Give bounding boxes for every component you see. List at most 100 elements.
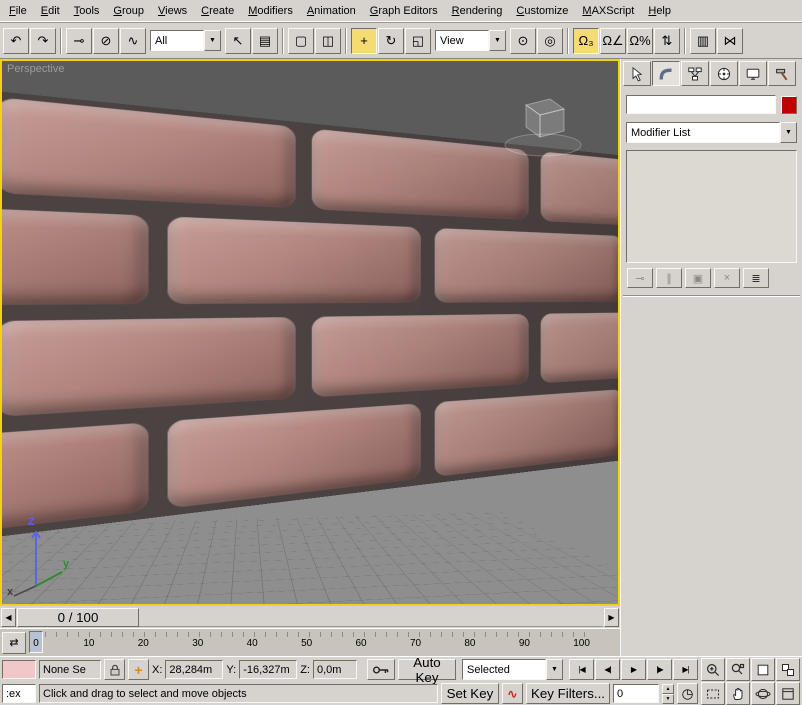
min-max-toggle-button[interactable] — [776, 682, 800, 705]
select-and-link-button[interactable]: ⊸ — [66, 28, 92, 54]
track-bar: ⇄ 0102030405060708090100 — [0, 628, 620, 656]
rollouts-area[interactable] — [623, 301, 800, 654]
menu-item-group[interactable]: Group — [106, 2, 151, 20]
brick — [0, 200, 149, 306]
show-end-result-button[interactable]: ∥ — [656, 268, 682, 288]
spinner-down-icon[interactable]: ▼ — [662, 694, 674, 704]
timeline-ruler[interactable]: 0102030405060708090100 — [32, 631, 590, 655]
zoom-button[interactable] — [701, 658, 725, 681]
chevron-down-icon[interactable]: ▼ — [489, 30, 506, 51]
make-unique-button[interactable]: ▣ — [685, 268, 711, 288]
menu-item-maxscript[interactable]: MAXScript — [575, 2, 641, 20]
absolute-mode-transform-toggle[interactable]: + — [128, 659, 149, 680]
maxscript-mini-listener-macro[interactable] — [2, 660, 36, 679]
time-configuration-button[interactable]: ◷ — [677, 683, 698, 704]
redo-button[interactable]: ↷ — [30, 28, 56, 54]
select-and-manipulate-button[interactable]: ◎ — [537, 28, 563, 54]
key-filters-button[interactable]: Key Filters... — [526, 683, 610, 704]
selection-set-dropdown[interactable]: Selected ▼ — [462, 659, 563, 680]
next-frame-button[interactable]: |▶ — [647, 659, 672, 680]
use-pivot-point-center-button[interactable]: ⊙ — [510, 28, 536, 54]
motion-tab[interactable] — [710, 61, 738, 86]
menu-item-rendering[interactable]: Rendering — [445, 2, 510, 20]
modify-tab[interactable] — [652, 61, 680, 86]
selection-filter-dropdown[interactable]: All ▼ — [150, 30, 221, 51]
zoom-region-button[interactable] — [701, 682, 725, 705]
go-to-end-button[interactable]: ▶| — [673, 659, 698, 680]
spinner-snap-toggle-button[interactable]: ⇅ — [654, 28, 680, 54]
current-frame-field[interactable]: 0 — [613, 684, 659, 703]
modifier-stack[interactable] — [626, 150, 797, 263]
previous-frame-button[interactable]: ◀| — [595, 659, 620, 680]
chevron-down-icon[interactable]: ▼ — [204, 30, 221, 51]
time-slider-previous-arrow[interactable]: ◀ — [1, 608, 16, 627]
y-coordinate-field[interactable]: -16,327m — [239, 660, 297, 679]
zoom-extents-button[interactable] — [751, 658, 775, 681]
utilities-tab[interactable] — [768, 61, 796, 86]
menu-item-edit[interactable]: Edit — [34, 2, 67, 20]
menu-item-graph-editors[interactable]: Graph Editors — [363, 2, 445, 20]
chevron-down-icon[interactable]: ▼ — [780, 122, 797, 143]
selection-lock-toggle[interactable] — [104, 659, 125, 680]
pan-button[interactable] — [726, 682, 750, 705]
snaps-toggle-button[interactable]: Ω₃ — [573, 28, 599, 54]
edit-named-selection-sets-button[interactable]: ▥ — [690, 28, 716, 54]
menu-item-tools[interactable]: Tools — [67, 2, 107, 20]
region-group: ▢◫ — [288, 28, 341, 54]
time-slider-handle[interactable]: 0 / 100 — [17, 608, 139, 627]
tick-60: 60 — [356, 638, 367, 649]
menu-item-help[interactable]: Help — [641, 2, 678, 20]
play-button[interactable]: ▶ — [621, 659, 646, 680]
brick — [312, 314, 529, 398]
pin-stack-button[interactable]: ⊸ — [627, 268, 653, 288]
configure-modifier-sets-button[interactable]: ≣ — [743, 268, 769, 288]
object-color-swatch[interactable] — [781, 96, 797, 114]
create-tab[interactable] — [623, 61, 651, 86]
set-keys-button[interactable] — [367, 659, 395, 680]
maxscript-mini-listener[interactable]: :ex — [2, 684, 36, 703]
menu-item-create[interactable]: Create — [194, 2, 241, 20]
display-tab[interactable] — [739, 61, 767, 86]
x-coordinate-field[interactable]: 28,284m — [165, 660, 223, 679]
reference-coordinate-system-dropdown[interactable]: View ▼ — [435, 30, 506, 51]
menu-bar: FileEditToolsGroupViewsCreateModifiersAn… — [0, 0, 802, 22]
z-coordinate-field[interactable]: 0,0m — [313, 660, 357, 679]
zoom-all-button[interactable] — [726, 658, 750, 681]
mirror-button[interactable]: ⋈ — [717, 28, 743, 54]
menu-item-views[interactable]: Views — [151, 2, 194, 20]
zoom-extents-all-button[interactable] — [776, 658, 800, 681]
menu-item-animation[interactable]: Animation — [300, 2, 363, 20]
menu-item-customize[interactable]: Customize — [509, 2, 575, 20]
set-key-button[interactable]: Set Key — [441, 683, 499, 704]
remove-modifier-button[interactable]: × — [714, 268, 740, 288]
menu-item-modifiers[interactable]: Modifiers — [241, 2, 300, 20]
arc-rotate-button[interactable] — [751, 682, 775, 705]
trackbar-toggle-icon[interactable]: ⇄ — [2, 632, 26, 654]
go-to-start-button[interactable]: |◀ — [569, 659, 594, 680]
select-and-uniform-scale-button[interactable]: ◱ — [405, 28, 431, 54]
time-slider-next-arrow[interactable]: ▶ — [604, 608, 619, 627]
time-slider-track[interactable]: 0 / 100 — [17, 608, 603, 627]
bind-to-space-warp-button[interactable]: ∿ — [120, 28, 146, 54]
spinner-up-icon[interactable]: ▲ — [662, 684, 674, 694]
undo-button[interactable]: ↶ — [3, 28, 29, 54]
unlink-selection-button[interactable]: ⊘ — [93, 28, 119, 54]
object-name-input[interactable] — [626, 95, 776, 114]
world-axis-tripod: Z x y — [6, 516, 76, 601]
select-object-button[interactable]: ↖ — [225, 28, 251, 54]
selection-filter-value: All — [150, 30, 204, 51]
select-and-move-button[interactable]: + — [351, 28, 377, 54]
perspective-viewport[interactable]: Z x y Perspective — [0, 59, 620, 606]
default-in-out-tangents-button[interactable]: ∿ — [502, 683, 523, 704]
percent-snap-toggle-button[interactable]: Ω% — [627, 28, 653, 54]
menu-item-file[interactable]: File — [2, 2, 34, 20]
auto-key-button[interactable]: Auto Key — [398, 659, 456, 680]
select-by-name-button[interactable]: ▤ — [252, 28, 278, 54]
select-and-rotate-button[interactable]: ↻ — [378, 28, 404, 54]
rectangular-selection-region-button[interactable]: ▢ — [288, 28, 314, 54]
modifier-list-dropdown[interactable]: Modifier List ▼ — [626, 122, 797, 143]
chevron-down-icon[interactable]: ▼ — [546, 659, 563, 680]
hierarchy-tab[interactable] — [681, 61, 709, 86]
window-crossing-toggle-button[interactable]: ◫ — [315, 28, 341, 54]
angle-snap-toggle-button[interactable]: Ω∠ — [600, 28, 626, 54]
